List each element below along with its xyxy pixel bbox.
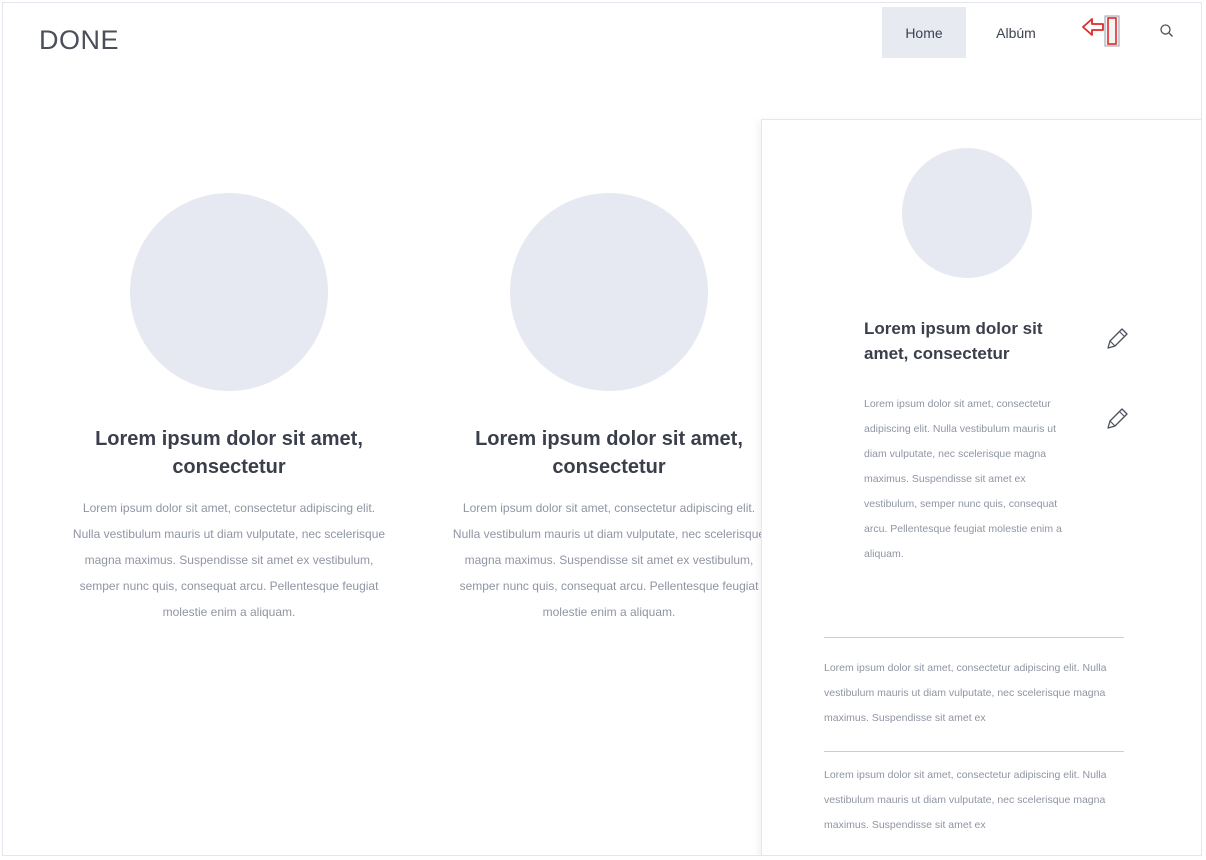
app-frame: DONE Home Albúm Lorem ipsum dolor sit am…: [2, 2, 1202, 856]
card-title: Lorem ipsum dolor sit amet, consectetur: [95, 428, 363, 478]
nav-album[interactable]: Albúm: [976, 7, 1056, 58]
detail-panel: Lorem ipsum dolor sit amet, consectetur …: [761, 119, 1201, 855]
card-text: Lorem ipsum dolor sit amet, consectetur …: [72, 501, 386, 619]
search-button[interactable]: [1159, 23, 1175, 39]
panel-paragraph: Lorem ipsum dolor sit amet, consectetur …: [824, 769, 1107, 831]
site-logo[interactable]: DONE: [39, 25, 119, 56]
card-image-placeholder: [130, 193, 328, 391]
content-card: Lorem ipsum dolor sit amet, consectetur …: [449, 193, 769, 625]
card-title: Lorem ipsum dolor sit amet, consectetur: [475, 428, 743, 478]
divider: [824, 637, 1124, 638]
panel-title: Lorem ipsum dolor sit amet, consectetur: [864, 319, 1043, 363]
nav-home[interactable]: Home: [882, 7, 966, 58]
logout-button[interactable]: [1079, 13, 1123, 49]
panel-image-placeholder: [902, 148, 1032, 278]
card-text: Lorem ipsum dolor sit amet, consectetur …: [452, 501, 766, 619]
panel-paragraph: Lorem ipsum dolor sit amet, consectetur …: [824, 662, 1107, 724]
content-card: Lorem ipsum dolor sit amet, consectetur …: [69, 193, 389, 625]
panel-description: Lorem ipsum dolor sit amet, consectetur …: [864, 398, 1062, 560]
edit-description-button[interactable]: [1102, 404, 1132, 434]
pencil-icon: [1107, 408, 1128, 429]
pencil-icon: [1107, 328, 1128, 349]
edit-title-button[interactable]: [1102, 324, 1132, 354]
search-icon: [1160, 24, 1173, 37]
divider: [824, 751, 1124, 752]
card-image-placeholder: [510, 193, 708, 391]
logout-icon: [1082, 15, 1120, 47]
